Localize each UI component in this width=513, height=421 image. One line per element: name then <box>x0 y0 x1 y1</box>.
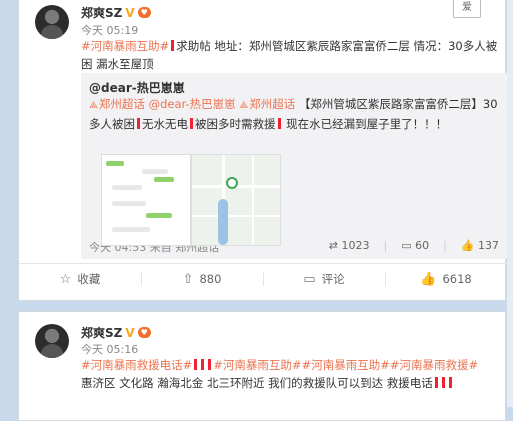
page-scrollbar[interactable] <box>507 0 513 407</box>
red-mark-icon <box>448 377 452 388</box>
repost-author[interactable]: @dear-热巴崽崽 <box>89 79 185 96</box>
mention-link[interactable]: @dear-热巴崽崽 <box>149 97 236 111</box>
author-name[interactable]: 郑爽SZ <box>81 324 122 341</box>
comment-button[interactable]: ▭ 评论 <box>263 264 385 294</box>
repost-count[interactable]: ⇄ 1023 <box>329 239 370 252</box>
red-mark-icon <box>190 118 193 129</box>
red-mark-icon <box>208 359 212 370</box>
level-badge-icon: ♥ <box>137 7 151 18</box>
map-pin-icon <box>226 177 238 189</box>
verified-v-icon: V <box>125 325 135 340</box>
repost-text: ⟁郑州超话 @dear-热巴崽崽 ⟁郑州超话 【郑州管城区紫辰路家富富侨二层】3… <box>89 95 499 133</box>
chat-screenshot-thumbnail[interactable] <box>101 154 191 246</box>
supertopic-link-2[interactable]: 郑州超话 <box>249 97 295 111</box>
red-mark-icon <box>201 359 205 370</box>
divider: | <box>443 239 447 252</box>
location-icon: ⟁ <box>89 100 98 111</box>
red-mark-icon <box>441 377 445 388</box>
hashtag-link[interactable]: #河南暴雨互助# <box>81 39 169 53</box>
supertopic-link[interactable]: 郑州超话 <box>99 97 145 111</box>
red-mark-icon <box>194 359 198 370</box>
comment-count[interactable]: ▭ 60 <box>401 239 429 252</box>
hashtag-link-3[interactable]: #河南暴雨互助# <box>302 358 390 372</box>
repost-body-3: 被困多时需救援 <box>195 117 276 131</box>
repost-body-2: 无水无电 <box>142 117 188 131</box>
red-mark-icon <box>171 40 175 51</box>
weibo-post-card-2: 郑爽SZ V ♥ 今天 05:16 #河南暴雨救援电话# #河南暴雨互助##河南暴… <box>18 311 506 421</box>
level-badge-icon: ♥ <box>137 327 151 338</box>
post-text: #河南暴雨救援电话# #河南暴雨互助##河南暴雨互助##河南暴雨救援# 惠济区 文… <box>81 356 499 392</box>
avatar[interactable] <box>35 5 69 39</box>
follow-button[interactable]: 爱 <box>453 0 481 18</box>
verified-v-icon: V <box>125 5 135 20</box>
post-time[interactable]: 今天 05:16 <box>81 341 138 357</box>
map-thumbnail[interactable] <box>191 154 281 246</box>
weibo-post-card: 郑爽SZ V ♥ 今天 05:19 爱 #河南暴雨互助# 求助帖 地址：郑州管城区… <box>18 0 507 301</box>
author-name[interactable]: 郑爽SZ <box>81 4 122 21</box>
comment-icon: ▭ <box>303 271 316 287</box>
red-mark-icon <box>277 118 281 129</box>
like-count[interactable]: 👍 137 <box>461 239 499 252</box>
collect-button[interactable]: ☆ 收藏 <box>19 264 141 294</box>
avatar[interactable] <box>35 324 69 358</box>
post-text: #河南暴雨互助# 求助帖 地址：郑州管城区紫辰路家富富侨二层 情况：30多人被困 … <box>81 37 499 73</box>
post-author[interactable]: 郑爽SZ V ♥ <box>81 324 151 341</box>
help-label: 求助帖 <box>176 39 211 53</box>
repost-stats: ⇄ 1023 | ▭ 60 | 👍 137 <box>329 239 499 252</box>
divider: | <box>383 239 388 252</box>
red-mark-icon <box>434 377 438 388</box>
hashtag-link-4[interactable]: #河南暴雨救援# <box>390 358 478 372</box>
post-action-bar: ☆ 收藏 ⇧ 880 ▭ 评论 👍 6618 <box>19 263 507 294</box>
post-body: 惠济区 文化路 瀚海北金 北三环附近 我们的救援队可以到达 救援电话 <box>81 376 433 390</box>
like-button[interactable]: 👍 6618 <box>385 264 507 294</box>
hashtag-link-2[interactable]: #河南暴雨互助# <box>213 358 301 372</box>
location-icon: ⟁ <box>239 100 249 111</box>
share-icon: ⇧ <box>182 271 194 287</box>
repost-body-4: 现在水已经漏到屋子里了！！！ <box>282 117 448 131</box>
post-time[interactable]: 今天 05:19 <box>81 22 138 38</box>
thumbs-up-icon: 👍 <box>420 271 437 287</box>
post-author[interactable]: 郑爽SZ V ♥ <box>81 4 151 21</box>
share-button[interactable]: ⇧ 880 <box>141 264 263 294</box>
hashtag-link[interactable]: #河南暴雨救援电话# <box>81 358 192 372</box>
red-mark-icon <box>137 118 140 129</box>
star-icon: ☆ <box>59 271 72 287</box>
